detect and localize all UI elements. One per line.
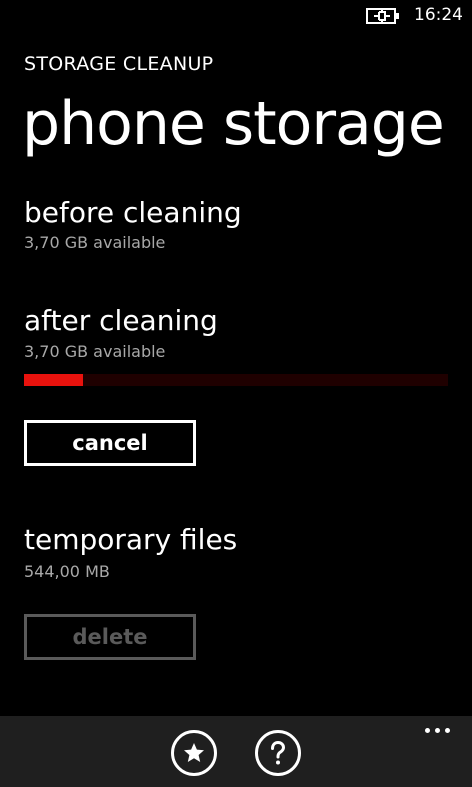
clock: 16:24 bbox=[414, 5, 463, 25]
cleaning-progress-fill bbox=[24, 374, 84, 386]
cancel-button[interactable]: cancel bbox=[24, 420, 196, 466]
app-bar bbox=[0, 716, 472, 787]
more-dots-icon[interactable] bbox=[425, 728, 450, 733]
status-bar: 16:24 bbox=[0, 0, 472, 32]
cleaning-progress-bar bbox=[24, 374, 448, 386]
before-cleaning-heading: before cleaning bbox=[24, 196, 242, 229]
delete-button[interactable]: delete bbox=[24, 614, 196, 660]
page-title: phone storage bbox=[22, 89, 445, 159]
star-icon bbox=[184, 743, 204, 762]
temporary-files-heading: temporary files bbox=[24, 523, 238, 556]
temporary-files-size: 544,00 MB bbox=[24, 562, 110, 581]
help-button[interactable] bbox=[255, 730, 301, 776]
after-cleaning-available: 3,70 GB available bbox=[24, 342, 166, 361]
after-cleaning-heading: after cleaning bbox=[24, 304, 218, 337]
help-icon bbox=[271, 740, 286, 765]
app-title: STORAGE CLEANUP bbox=[24, 53, 214, 75]
before-cleaning-available: 3,70 GB available bbox=[24, 233, 166, 252]
battery-charging-icon bbox=[366, 8, 399, 24]
favorite-button[interactable] bbox=[171, 730, 217, 776]
